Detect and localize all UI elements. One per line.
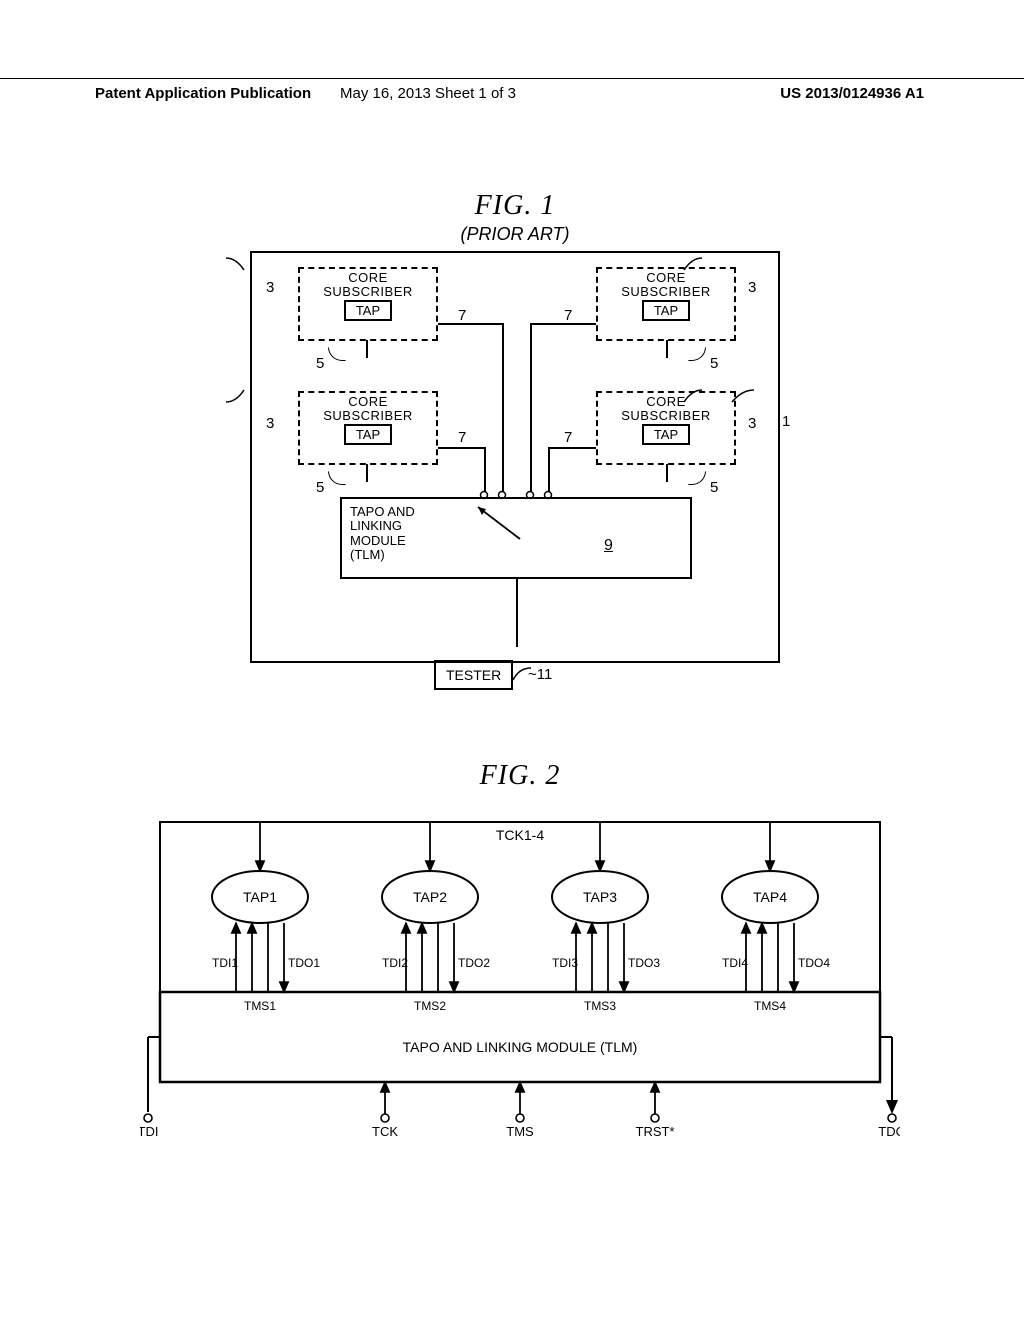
tdo-label: TDO1: [288, 956, 320, 970]
ref-5: 5: [710, 355, 718, 372]
pin-terminal-icon: [144, 1114, 152, 1122]
figure-2: FIG. 2 TCK1-4 TAP1 TDI1 TDO1 TMS1 TAP2 TDI2 TD…: [140, 760, 900, 1152]
ref-5: 5: [316, 479, 324, 496]
header-left: Patent Application Publication: [95, 85, 311, 102]
pin-terminal-icon: [381, 1114, 389, 1122]
ref-1: 1: [782, 413, 790, 430]
core-label: CORESUBSCRIBER: [598, 271, 734, 298]
core-subscriber-block: CORESUBSCRIBER TAP: [298, 267, 438, 341]
core-subscriber-block: CORESUBSCRIBER TAP: [298, 391, 438, 465]
fig1-subtitle: (PRIOR ART): [215, 224, 815, 245]
pin-label: TRST*: [636, 1124, 675, 1139]
pin-terminal-icon: [516, 1114, 524, 1122]
ref-3: 3: [748, 415, 756, 432]
pin-terminal-icon: [888, 1114, 896, 1122]
pin-terminal-icon: [651, 1114, 659, 1122]
fig1-title: FIG. 1: [215, 190, 815, 222]
core-label: CORESUBSCRIBER: [598, 395, 734, 422]
ref-3: 3: [266, 279, 274, 296]
ref-7: 7: [458, 307, 466, 324]
tlm-label: TAPO AND: [350, 505, 682, 519]
tdi-label: TDI4: [722, 956, 748, 970]
tap-label: TAP4: [753, 889, 787, 905]
core-label: CORESUBSCRIBER: [300, 395, 436, 422]
tms-label: TMS1: [244, 999, 276, 1013]
tap-box: TAP: [642, 424, 690, 445]
fig2-title: FIG. 2: [140, 760, 900, 792]
page-header: Patent Application Publication May 16, 2…: [0, 78, 1024, 85]
header-center: May 16, 2013 Sheet 1 of 3: [340, 85, 516, 102]
tester-box: TESTER: [434, 660, 513, 690]
tap-label: TAP1: [243, 889, 277, 905]
tlm-label: TAPO AND LINKING MODULE (TLM): [403, 1039, 638, 1055]
tap-box: TAP: [344, 300, 392, 321]
ref-7: 7: [458, 429, 466, 446]
tlm-label: (TLM): [350, 548, 682, 562]
fig1-outer-box: CORESUBSCRIBER TAP CORESUBSCRIBER TAP CO…: [250, 251, 780, 663]
core-subscriber-block: CORESUBSCRIBER TAP: [596, 267, 736, 341]
tlm-label: MODULE: [350, 534, 682, 548]
pin-label: TDI: [140, 1124, 158, 1139]
figure-1: FIG. 1 (PRIOR ART) CORESUBSCRIBER TAP CO…: [215, 190, 815, 663]
tdo-label: TDO3: [628, 956, 660, 970]
ref-3: 3: [266, 415, 274, 432]
ref-3: 3: [748, 279, 756, 296]
tms-label: TMS3: [584, 999, 616, 1013]
ref-5: 5: [316, 355, 324, 372]
pin-label: TCK: [372, 1124, 398, 1139]
tms-label: TMS2: [414, 999, 446, 1013]
tap-label: TAP3: [583, 889, 617, 905]
pin-label: TMS: [506, 1124, 534, 1139]
tck-label: TCK1-4: [496, 827, 544, 843]
ref-7: 7: [564, 429, 572, 446]
tdi-label: TDI2: [382, 956, 408, 970]
tlm-box: TAPO AND LINKING MODULE (TLM): [340, 497, 692, 579]
tap-box: TAP: [344, 424, 392, 445]
tdo-label: TDO4: [798, 956, 830, 970]
ref-7: 7: [564, 307, 572, 324]
tdo-label: TDO2: [458, 956, 490, 970]
tap-label: TAP2: [413, 889, 447, 905]
core-subscriber-block: CORESUBSCRIBER TAP: [596, 391, 736, 465]
core-label: CORESUBSCRIBER: [300, 271, 436, 298]
pin-label: TDO: [878, 1124, 900, 1139]
tap-box: TAP: [642, 300, 690, 321]
ref-5: 5: [710, 479, 718, 496]
tms-label: TMS4: [754, 999, 786, 1013]
tdi-label: TDI3: [552, 956, 578, 970]
tdi-label: TDI1: [212, 956, 238, 970]
header-right: US 2013/0124936 A1: [780, 85, 924, 102]
fig2-diagram: TCK1-4 TAP1 TDI1 TDO1 TMS1 TAP2 TDI2 TDO2 TMS2 T…: [140, 792, 900, 1152]
tlm-label: LINKING: [350, 519, 682, 533]
